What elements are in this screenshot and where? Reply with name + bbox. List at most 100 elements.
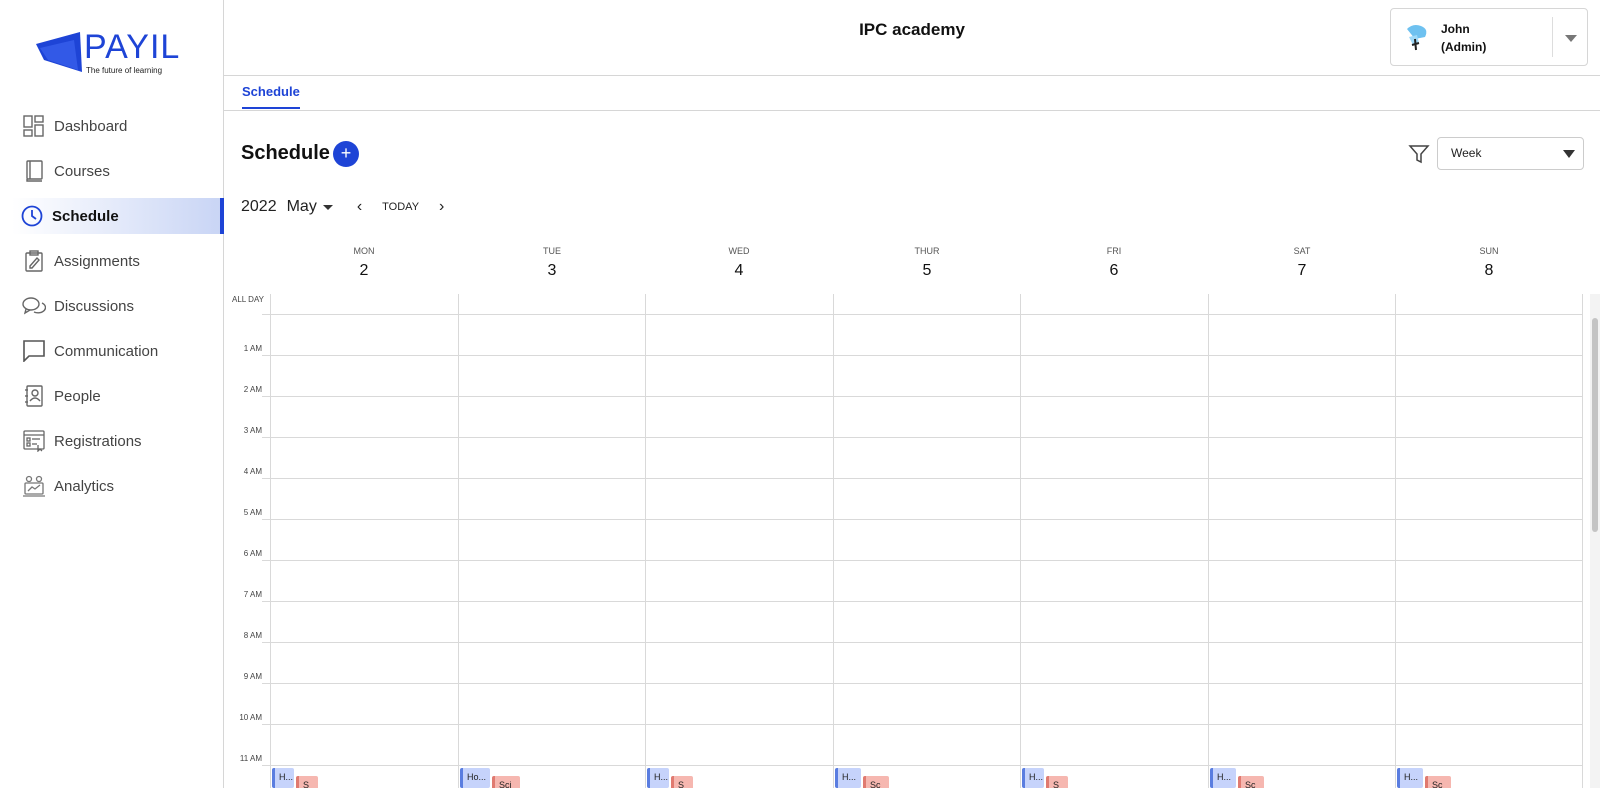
calendar-event[interactable]: Sci <box>492 776 520 788</box>
day-column-divider <box>1208 294 1209 788</box>
day-header-fri[interactable]: FRI 6 <box>1020 236 1208 280</box>
payil-logo[interactable]: PAYIL The future of learning <box>34 26 194 78</box>
day-column-divider <box>458 294 459 788</box>
chevron-down-icon <box>1563 150 1575 158</box>
day-header-tue[interactable]: TUE 3 <box>458 236 646 280</box>
day-of-week: SAT <box>1293 246 1311 256</box>
grid-line <box>262 601 1582 602</box>
calendar-event[interactable]: H... <box>1397 768 1423 788</box>
grid-line <box>262 314 1582 315</box>
day-number: 5 <box>922 262 932 279</box>
user-menu[interactable]: John (Admin) <box>1390 8 1588 66</box>
calendar-event[interactable]: Sc <box>1238 776 1264 788</box>
date-navigation: 2022 May ‹ TODAY › <box>241 196 444 218</box>
grid-line <box>262 355 1582 356</box>
day-header-wed[interactable]: WED 4 <box>645 236 833 280</box>
sidebar-item-label: Analytics <box>54 477 115 495</box>
sidebar-item-label: Dashboard <box>54 117 128 135</box>
calendar-event[interactable]: S <box>296 776 318 788</box>
scrollbar-thumb[interactable] <box>1592 318 1598 532</box>
calendar-event[interactable]: S <box>1046 776 1068 788</box>
day-header-thur[interactable]: THUR 5 <box>833 236 1021 280</box>
sidebar-item-schedule[interactable]: Schedule <box>12 198 224 234</box>
time-label: 10 AM <box>239 713 262 722</box>
view-mode-select[interactable]: Week <box>1437 137 1584 170</box>
sidebar-item-courses[interactable]: Courses <box>0 153 224 189</box>
tab-bar: Schedule <box>224 76 1600 111</box>
sidebar-item-registrations[interactable]: Registrations <box>0 423 224 459</box>
sidebar-item-label: Assignments <box>54 252 140 270</box>
user-name-block: John (Admin) <box>1441 20 1486 56</box>
registration-form-icon <box>22 429 46 453</box>
month-dropdown-icon[interactable] <box>322 204 333 210</box>
today-button[interactable]: TODAY <box>382 201 419 213</box>
calendar-event[interactable]: H... <box>835 768 861 788</box>
day-column-divider <box>1020 294 1021 788</box>
month-select[interactable]: May <box>287 198 317 216</box>
grid-line <box>262 560 1582 561</box>
grid-line <box>262 396 1582 397</box>
sidebar-item-communication[interactable]: Communication <box>0 333 224 369</box>
sidebar-item-label: Schedule <box>52 207 119 225</box>
calendar-event[interactable]: Sc <box>1425 776 1451 788</box>
day-number: 6 <box>1109 262 1119 279</box>
sidebar-item-label: Discussions <box>54 297 135 315</box>
time-label: 6 AM <box>243 549 262 558</box>
sidebar-item-assignments[interactable]: Assignments <box>0 243 224 279</box>
grid-line <box>262 519 1582 520</box>
day-header-mon[interactable]: MON 2 <box>270 236 458 280</box>
avatar <box>1403 23 1429 51</box>
day-number: 4 <box>734 262 744 279</box>
sidebar-item-label: Courses <box>54 162 110 180</box>
book-icon <box>22 159 46 183</box>
sidebar-item-analytics[interactable]: Analytics <box>0 468 224 504</box>
clock-icon <box>20 204 44 228</box>
week-calendar: MON 2 TUE 3 WED 4 THUR 5 FRI 6 SAT 7 SUN… <box>224 236 1600 788</box>
sidebar-item-dashboard[interactable]: Dashboard <box>0 108 224 144</box>
day-column-divider <box>1582 294 1583 788</box>
calendar-event[interactable]: H... <box>272 768 294 788</box>
grid-line <box>262 642 1582 643</box>
day-column-divider <box>833 294 834 788</box>
day-column-divider <box>1395 294 1396 788</box>
tab-schedule[interactable]: Schedule <box>242 84 300 109</box>
calendar-event[interactable]: H... <box>647 768 669 788</box>
grid-line <box>262 765 1582 766</box>
analytics-icon <box>22 474 46 498</box>
next-week-button[interactable]: › <box>439 198 444 216</box>
sidebar-item-discussions[interactable]: Discussions <box>0 288 224 324</box>
sidebar-item-label: People <box>54 387 101 405</box>
day-of-week: SUN <box>1479 246 1499 256</box>
page-title: Schedule <box>241 142 330 164</box>
grid-line <box>262 724 1582 725</box>
time-label: 9 AM <box>243 672 262 681</box>
grid-line <box>262 437 1582 438</box>
grid-line <box>262 478 1582 479</box>
message-icon <box>22 339 46 363</box>
prev-week-button[interactable]: ‹ <box>357 198 362 216</box>
day-number: 7 <box>1297 262 1307 279</box>
sidebar-item-people[interactable]: People <box>0 378 224 414</box>
chevron-down-icon[interactable] <box>1565 35 1577 42</box>
add-event-button[interactable]: + <box>333 141 359 167</box>
logo-wordmark: PAYIL <box>84 28 181 66</box>
calendar-event[interactable]: H... <box>1022 768 1044 788</box>
calendar-event[interactable]: Ho... <box>460 768 490 788</box>
calendar-event[interactable]: Sc <box>863 776 889 788</box>
year-label: 2022 <box>241 198 277 215</box>
sidebar-item-label: Registrations <box>54 432 142 450</box>
contacts-icon <box>22 384 46 408</box>
calendar-event[interactable]: S <box>671 776 693 788</box>
day-header-sat[interactable]: SAT 7 <box>1208 236 1396 280</box>
day-header-sun[interactable]: SUN 8 <box>1395 236 1583 280</box>
top-header: IPC academy John (Admin) <box>224 0 1600 76</box>
filter-icon[interactable] <box>1408 143 1430 165</box>
logo-tagline: The future of learning <box>86 66 163 75</box>
day-number: 2 <box>359 262 369 279</box>
user-name: John <box>1441 22 1470 36</box>
day-column-divider <box>645 294 646 788</box>
day-of-week: TUE <box>543 246 561 256</box>
day-of-week: WED <box>728 246 750 256</box>
logo-mark-icon <box>36 32 82 72</box>
calendar-event[interactable]: H... <box>1210 768 1236 788</box>
